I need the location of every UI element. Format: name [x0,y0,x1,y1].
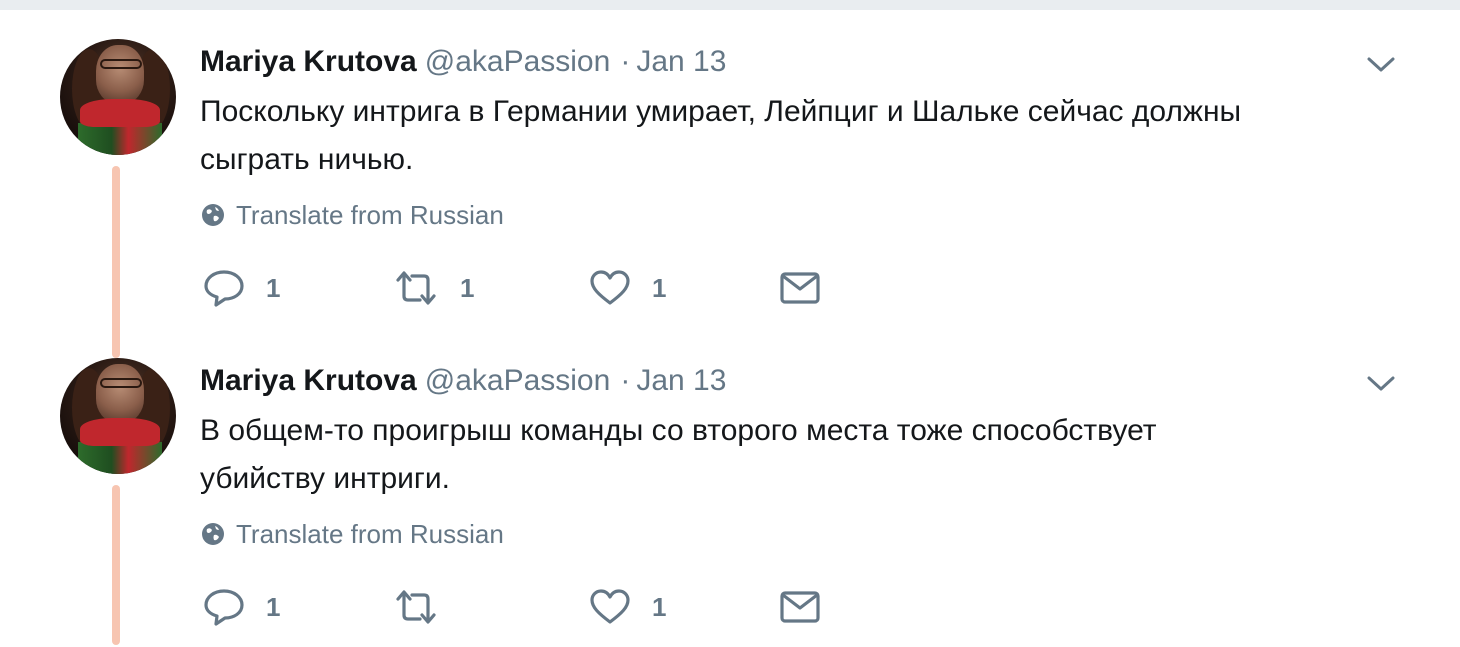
translate-label: Translate from Russian [236,200,504,230]
tweet-header: Mariya Krutova @akaPassion · Jan 13 [200,42,726,82]
direct-message-button[interactable] [778,585,822,629]
reply-count: 1 [266,591,281,622]
author-name[interactable]: Mariya Krutova [200,364,417,397]
tweet-text-line: В общем-то проигрыш команды со второго м… [200,414,1157,447]
like-button[interactable]: 1 [588,266,666,310]
direct-message-icon [778,268,822,308]
like-count: 1 [652,272,667,303]
chevron-down-icon[interactable] [1366,54,1396,74]
tweet-actions: 1 1 1 [200,266,900,310]
avatar[interactable] [60,39,176,155]
tweet-text-line: сыграть ничью. [200,143,414,176]
like-count: 1 [652,591,667,622]
direct-message-button[interactable] [778,266,822,310]
separator-dot: · [620,45,631,78]
retweet-icon [392,587,440,627]
translate-link[interactable]: Translate from Russian [200,517,504,551]
globe-icon [200,202,226,228]
tweet-text: Поскольку интрига в Германии умирает, Ле… [200,88,1400,184]
retweet-button[interactable] [392,585,460,629]
author-handle[interactable]: @akaPassion [425,364,611,397]
chevron-down-icon[interactable] [1366,373,1396,393]
reply-count: 1 [266,272,281,303]
reply-button[interactable]: 1 [202,266,280,310]
tweet[interactable]: Mariya Krutova @akaPassion · Jan 13 Посколь… [0,10,1460,358]
tweet-timestamp[interactable]: Jan 13 [636,45,726,78]
separator-dot: · [620,364,631,397]
top-strip [0,0,1460,10]
retweet-count: 1 [460,272,475,303]
tweet-timestamp[interactable]: Jan 13 [636,364,726,397]
globe-icon [200,521,226,547]
tweet-text-line: убийству интриги. [200,462,450,495]
retweet-icon [392,268,440,308]
avatar[interactable] [60,358,176,474]
reply-icon [202,268,246,308]
reply-icon [202,587,246,627]
like-icon [588,587,632,627]
author-handle[interactable]: @akaPassion [425,45,611,78]
tweet-header: Mariya Krutova @akaPassion · Jan 13 [200,361,726,401]
translate-link[interactable]: Translate from Russian [200,198,504,232]
tweet-actions: 1 1 [200,585,900,629]
reply-button[interactable]: 1 [202,585,280,629]
like-button[interactable]: 1 [588,585,666,629]
author-name[interactable]: Mariya Krutova [200,45,417,78]
translate-label: Translate from Russian [236,519,504,549]
direct-message-icon [778,587,822,627]
thread-line [112,485,120,645]
tweet-text-line: Поскольку интрига в Германии умирает, Ле… [200,95,1242,128]
tweet-text: В общем-то проигрыш команды со второго м… [200,407,1400,503]
like-icon [588,268,632,308]
retweet-button[interactable]: 1 [392,266,474,310]
tweet[interactable]: Mariya Krutova @akaPassion · Jan 13 В общем… [0,329,1460,647]
